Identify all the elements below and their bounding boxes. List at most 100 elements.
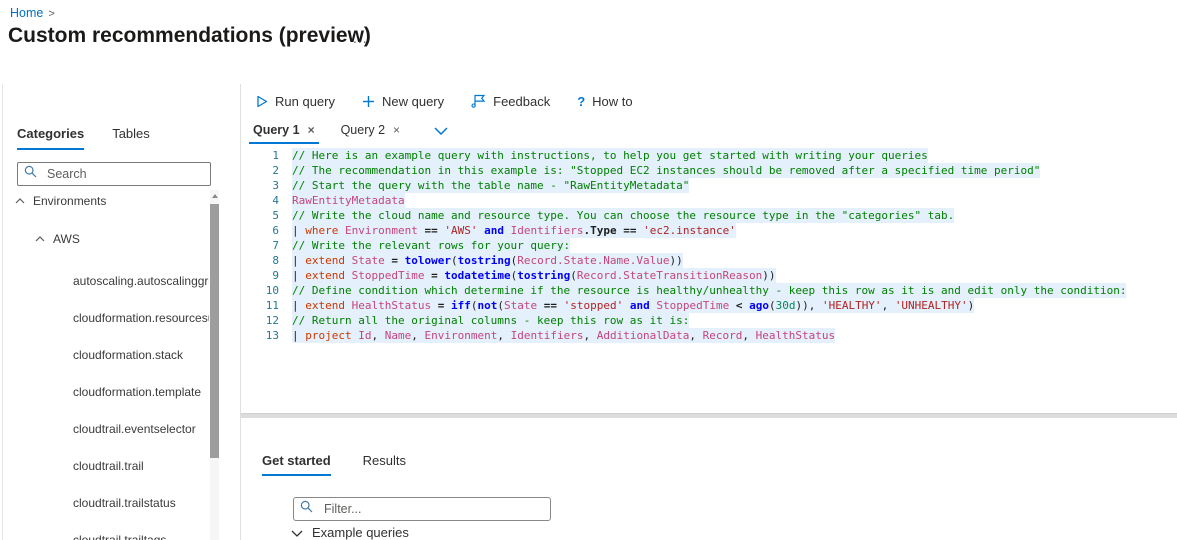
line-number: 10 xyxy=(241,283,279,298)
tree-item-label: Environments xyxy=(33,194,106,208)
plus-icon xyxy=(362,95,375,108)
code-line[interactable]: 3 // Start the query with the table name … xyxy=(241,178,1177,193)
code-line[interactable]: 11| extend HealthStatus = iff(not(State … xyxy=(241,298,1177,313)
code-text: // Start the query with the table name -… xyxy=(292,178,689,193)
code-line[interactable]: 12 // Return all the original columns - k… xyxy=(241,313,1177,328)
scrollbar-thumb[interactable] xyxy=(210,204,219,458)
tree-item-label: cloudtrail.trailstatus xyxy=(73,496,176,510)
code-text: // Define condition which determine if t… xyxy=(292,283,1126,298)
tree-item-cloudtrail-trailstatus[interactable]: cloudtrail.trailstatus xyxy=(73,492,209,514)
tree-item-label: cloudtrail.eventselector xyxy=(73,422,196,436)
sidebar: Categories Tables Environments AWS autoscal… xyxy=(2,84,240,540)
tree-item-label: cloudtrail.trailtags xyxy=(73,533,166,540)
chevron-down-icon xyxy=(291,525,303,540)
example-queries-label: Example queries xyxy=(312,525,409,540)
chevron-up-icon xyxy=(15,198,25,204)
feedback-button-label: Feedback xyxy=(493,94,550,109)
tree-item-cloudtrail-trail[interactable]: cloudtrail.trail xyxy=(73,455,209,477)
code-text: RawEntityMetadata xyxy=(292,193,405,208)
tree-item-autoscaling-autoscalinggroupname[interactable]: autoscaling.autoscalinggroupname xyxy=(73,270,209,292)
query-tab-query-2[interactable]: Query 2 × xyxy=(337,121,404,142)
code-text: // The recommendation in this example is… xyxy=(292,163,1040,178)
tree-item-cloudformation-stack[interactable]: cloudformation.stack xyxy=(73,344,209,366)
run-query-button[interactable]: Run query xyxy=(256,94,335,109)
chevron-up-icon xyxy=(35,236,45,242)
code-line[interactable]: 13| project Id, Name, Environment, Ident… xyxy=(241,328,1177,343)
tab-results[interactable]: Results xyxy=(363,453,406,476)
category-tree: Environments AWS autoscaling.autoscalinggr… xyxy=(3,190,209,540)
line-number: 9 xyxy=(241,268,279,283)
breadcrumb-home-link[interactable]: Home xyxy=(10,6,43,20)
sidebar-tab-categories[interactable]: Categories xyxy=(17,126,84,150)
search-icon xyxy=(24,165,37,183)
help-icon: ? xyxy=(577,94,585,109)
tree-item-label: autoscaling.autoscalinggroupname xyxy=(73,274,209,288)
query-tab-label: Query 2 xyxy=(341,123,385,137)
query-tabs-chevron-down-icon[interactable] xyxy=(434,121,448,138)
new-query-button[interactable]: New query xyxy=(362,94,444,109)
code-line[interactable]: 8 | extend State = tolower(tostring(Recor… xyxy=(241,253,1177,268)
line-number: 1 xyxy=(241,148,279,163)
filter-box[interactable] xyxy=(293,497,551,521)
code-line[interactable]: 9 | extend StoppedTime = todatetime(tostr… xyxy=(241,268,1177,283)
run-icon xyxy=(256,95,268,108)
how-to-button-label: How to xyxy=(592,94,632,109)
scrollbar-up-arrow-icon[interactable] xyxy=(212,194,218,198)
code-text: // Write the relevant rows for your quer… xyxy=(292,238,570,253)
tree-item-cloudformation-resourcesummary[interactable]: cloudformation.resourcesummary xyxy=(73,307,209,329)
line-number: 7 xyxy=(241,238,279,253)
run-query-button-label: Run query xyxy=(275,94,335,109)
sidebar-scrollbar[interactable] xyxy=(210,190,219,540)
code-line[interactable]: 6 | where Environment == 'AWS' and Identi… xyxy=(241,223,1177,238)
editor-splitter[interactable] xyxy=(241,413,1177,418)
code-text: // Here is an example query with instruc… xyxy=(292,148,928,163)
code-text: | where Environment == 'AWS' and Identif… xyxy=(292,223,736,238)
code-text: // Return all the original columns - kee… xyxy=(292,313,689,328)
query-editor[interactable]: 1 // Here is an example query with instru… xyxy=(241,148,1177,413)
tree-item-label: AWS xyxy=(53,232,80,246)
sidebar-tabs: Categories Tables xyxy=(17,126,150,150)
example-queries-header[interactable]: Example queries xyxy=(291,525,409,540)
title-ellipsis-menu[interactable]: ... xyxy=(353,30,368,46)
line-number: 3 xyxy=(241,178,279,193)
tree-item-cloudtrail-trailtags[interactable]: cloudtrail.trailtags xyxy=(73,529,209,540)
filter-search-icon xyxy=(300,500,313,518)
line-number: 6 xyxy=(241,223,279,238)
breadcrumb: Home > xyxy=(10,6,55,20)
feedback-icon xyxy=(471,94,486,108)
tree-item-environments[interactable]: Environments xyxy=(15,190,209,212)
line-number: 13 xyxy=(241,328,279,343)
line-number: 12 xyxy=(241,313,279,328)
query-tab-query-1[interactable]: Query 1× xyxy=(249,121,319,144)
page-title: Custom recommendations (preview) xyxy=(8,24,371,48)
line-number: 11 xyxy=(241,298,279,313)
tree-item-aws[interactable]: AWS xyxy=(35,228,209,250)
tree-item-label: cloudformation.stack xyxy=(73,348,183,362)
code-line[interactable]: 10 // Define condition which determine if… xyxy=(241,283,1177,298)
search-input[interactable] xyxy=(45,166,179,182)
breadcrumb-separator-icon: > xyxy=(48,8,54,20)
tree-item-label: cloudtrail.trail xyxy=(73,459,144,473)
tree-item-cloudtrail-eventselector[interactable]: cloudtrail.eventselector xyxy=(73,418,209,440)
tree-item-cloudformation-template[interactable]: cloudformation.template xyxy=(73,381,209,403)
tab-get-started[interactable]: Get started xyxy=(262,453,331,476)
code-text: | extend StoppedTime = todatetime(tostri… xyxy=(292,268,776,283)
code-line[interactable]: 1 // Here is an example query with instru… xyxy=(241,148,1177,163)
code-line[interactable]: 7 // Write the relevant rows for your que… xyxy=(241,238,1177,253)
how-to-button[interactable]: ? How to xyxy=(577,94,632,109)
code-line[interactable]: 5// Write the cloud name and resource ty… xyxy=(241,208,1177,223)
close-icon[interactable]: × xyxy=(308,123,315,137)
sidebar-search-box[interactable] xyxy=(17,162,211,186)
code-line[interactable]: 2// The recommendation in this example i… xyxy=(241,163,1177,178)
feedback-button[interactable]: Feedback xyxy=(471,94,550,109)
toolbar: Run query New query Feedback? How to xyxy=(241,84,633,118)
line-number: 8 xyxy=(241,253,279,268)
code-line[interactable]: 4 RawEntityMetadata xyxy=(241,193,1177,208)
bottom-tabs: Get started Results xyxy=(262,453,406,476)
sidebar-tab-tables[interactable]: Tables xyxy=(112,126,150,150)
filter-input[interactable] xyxy=(322,501,516,517)
close-icon[interactable]: × xyxy=(393,123,400,137)
line-number: 4 xyxy=(241,193,279,208)
code-text: | extend State = tolower(tostring(Record… xyxy=(292,253,683,268)
tree-item-label: cloudformation.resourcesummary xyxy=(73,311,209,325)
